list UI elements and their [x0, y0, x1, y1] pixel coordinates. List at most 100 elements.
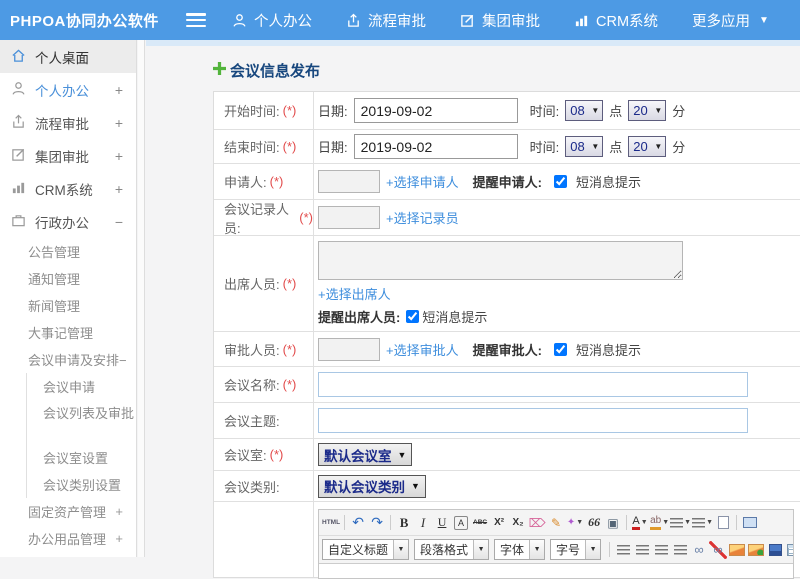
meeting-name-input[interactable] [318, 372, 748, 397]
align-right-icon[interactable] [652, 541, 670, 559]
recorder-input[interactable] [318, 206, 380, 229]
attendees-textarea[interactable] [318, 241, 683, 280]
approver-input[interactable] [318, 337, 380, 361]
unordered-list-icon[interactable]: ▼ [692, 514, 713, 532]
applicant-sms-checkbox[interactable] [553, 175, 567, 188]
choose-attendees-link[interactable]: +选择出席人 [318, 284, 391, 303]
sidebar-item-meeting-list-approval[interactable]: 会议列表及审批 [27, 400, 135, 444]
form-row-attendees: 出席人员: (*) +选择出席人 提醒出席人员: 短消息提示 [214, 236, 800, 332]
new-page-icon[interactable] [714, 514, 732, 532]
eraser-icon[interactable]: ⌦ [528, 514, 546, 532]
form-row-approver: 审批人员: (*) +选择审批人 提醒审批人: 短消息提示 [214, 332, 800, 367]
html-source-icon[interactable]: HTML [322, 514, 340, 532]
sidebar-item-memorabilia-mgmt[interactable]: 大事记管理 [0, 319, 136, 346]
rich-text-editor: HTML ↶ ↷ B I U A ABC X² X₂ ⌦ ✎ ✦ ▼ 66 ▣ … [318, 509, 794, 579]
home-icon [11, 48, 26, 66]
form-row-recorder: 会议记录人员: (*) +选择记录员 [214, 200, 800, 236]
sidebar-item-desktop[interactable]: 个人桌面 [0, 40, 136, 73]
image-icon[interactable] [728, 541, 746, 559]
form-row-meeting-name: 会议名称: (*) [214, 367, 800, 403]
sidebar-item-notice-mgmt[interactable]: 通知管理 [0, 265, 136, 292]
image-upload-icon[interactable] [747, 541, 765, 559]
choose-recorder-link[interactable]: +选择记录员 [386, 208, 459, 227]
expand-icon[interactable]: + [115, 115, 123, 131]
form-row-end-time: 结束时间: (*) 日期: 时间: 08▼ 点 20▼ 分 [214, 130, 800, 164]
auto-typeset-icon[interactable]: ✦ ▼ [566, 514, 584, 532]
superscript-icon[interactable]: X² [490, 514, 508, 532]
bold-icon[interactable]: B [395, 514, 413, 532]
sidebar-item-meeting-apply-arrange[interactable]: 会议申请及安排− [0, 346, 136, 373]
sidebar-item-admin-office[interactable]: 行政办公 − [0, 205, 136, 238]
blockquote-icon[interactable]: 66 [585, 514, 603, 532]
nav-workflow-approval[interactable]: 流程审批 [346, 10, 426, 31]
underline-icon[interactable]: U [433, 514, 451, 532]
subscript-icon[interactable]: X₂ [509, 514, 527, 532]
highlight-color-icon[interactable]: ab ▼ [650, 514, 669, 532]
expand-icon[interactable]: + [115, 181, 123, 197]
ordered-list-icon[interactable]: ▼ [670, 514, 691, 532]
app-brand: PHPOA协同办公软件 [10, 12, 159, 30]
sidebar-item-meeting-room-settings[interactable]: 会议室设置 [27, 444, 136, 471]
applicant-input[interactable] [318, 170, 380, 193]
crm-chart-icon [574, 13, 589, 28]
strikethrough-icon[interactable]: ABC [471, 514, 489, 532]
link-icon[interactable]: ∞ [690, 541, 708, 559]
person-icon [11, 81, 26, 99]
end-hour-select[interactable]: 08 ▼ [565, 136, 604, 157]
end-date-input[interactable] [353, 134, 518, 159]
undo-icon[interactable]: ↶ [349, 514, 367, 532]
meeting-category-select[interactable]: 默认会议类别 ▼ [318, 474, 426, 498]
start-minute-select[interactable]: 20 ▼ [628, 100, 667, 121]
editor-toolbar-row1: HTML ↶ ↷ B I U A ABC X² X₂ ⌦ ✎ ✦ ▼ 66 ▣ … [319, 510, 793, 536]
expand-icon[interactable]: + [115, 82, 123, 98]
editor-content-area[interactable] [319, 564, 793, 578]
attendees-sms-checkbox[interactable] [406, 310, 420, 323]
nav-more-apps[interactable]: 更多应用 ▼ [692, 10, 769, 31]
media-icon[interactable] [766, 541, 784, 559]
format-brush-icon[interactable]: ✎ [547, 514, 565, 532]
sidebar-item-personal-office[interactable]: 个人办公 + [0, 73, 136, 106]
char-border-icon[interactable]: A [454, 515, 469, 530]
start-hour-select[interactable]: 08 ▼ [565, 100, 604, 121]
align-left-icon[interactable] [614, 541, 632, 559]
start-date-input[interactable] [353, 98, 518, 123]
editor-toolbar-row2: 自定义标题 ▼ 段落格式 ▼ 字体 ▼ 字号 ▼ ∞ ∞ [319, 536, 793, 564]
sidebar-item-workflow[interactable]: 流程审批 + [0, 106, 136, 139]
sidebar-item-news-mgmt[interactable]: 新闻管理 [0, 292, 136, 319]
table-icon[interactable] [785, 541, 793, 559]
nav-personal-office[interactable]: 个人办公 [232, 10, 312, 31]
sidebar-item-crm[interactable]: CRM系统 + [0, 172, 136, 205]
fullscreen-icon[interactable] [741, 514, 759, 532]
expand-icon[interactable]: + [115, 531, 123, 546]
sidebar-item-fixed-assets-mgmt[interactable]: 固定资产管理 + [0, 498, 136, 525]
sidebar-scrollbar[interactable] [138, 40, 145, 557]
nav-crm-system[interactable]: CRM系统 [574, 10, 658, 31]
nav-group-approval[interactable]: 集团审批 [460, 10, 540, 31]
redo-icon[interactable]: ↷ [368, 514, 386, 532]
expand-icon[interactable]: + [115, 504, 123, 519]
top-nav: 个人办公 流程审批 集团审批 CRM系统 更多应用 ▼ [232, 10, 769, 31]
font-color-icon[interactable]: A ▼ [631, 514, 649, 532]
approver-sms-checkbox[interactable] [553, 342, 567, 356]
choose-applicant-link[interactable]: +选择申请人 [386, 172, 459, 191]
expand-icon[interactable]: + [115, 148, 123, 164]
collapse-icon[interactable]: − [115, 214, 123, 230]
paste-as-text-icon[interactable]: ▣ [604, 514, 622, 532]
sidebar-item-meeting-category-settings[interactable]: 会议类别设置 [27, 471, 136, 498]
meeting-topic-input[interactable] [318, 408, 748, 433]
choose-approver-link[interactable]: +选择审批人 [386, 340, 459, 359]
justify-icon[interactable] [671, 541, 689, 559]
top-header: PHPOA协同办公软件 个人办公 流程审批 集团审批 CRM系统 更多应用 ▼ [0, 0, 800, 40]
unlink-icon[interactable]: ∞ [709, 540, 728, 559]
sidebar-item-meeting-apply[interactable]: 会议申请 [27, 373, 136, 400]
sidebar-item-truncated[interactable] [0, 552, 136, 557]
menu-toggle-icon[interactable] [186, 13, 206, 27]
meeting-room-select[interactable]: 默认会议室 ▼ [318, 443, 413, 466]
sidebar-item-office-supplies-mgmt[interactable]: 办公用品管理 + [0, 525, 136, 552]
align-center-icon[interactable] [633, 541, 651, 559]
italic-icon[interactable]: I [414, 514, 432, 532]
required-mark: (*) [282, 377, 297, 392]
sidebar-item-announcement-mgmt[interactable]: 公告管理 [0, 238, 136, 265]
end-minute-select[interactable]: 20 ▼ [628, 136, 667, 157]
sidebar-item-group-approval[interactable]: 集团审批 + [0, 139, 136, 172]
